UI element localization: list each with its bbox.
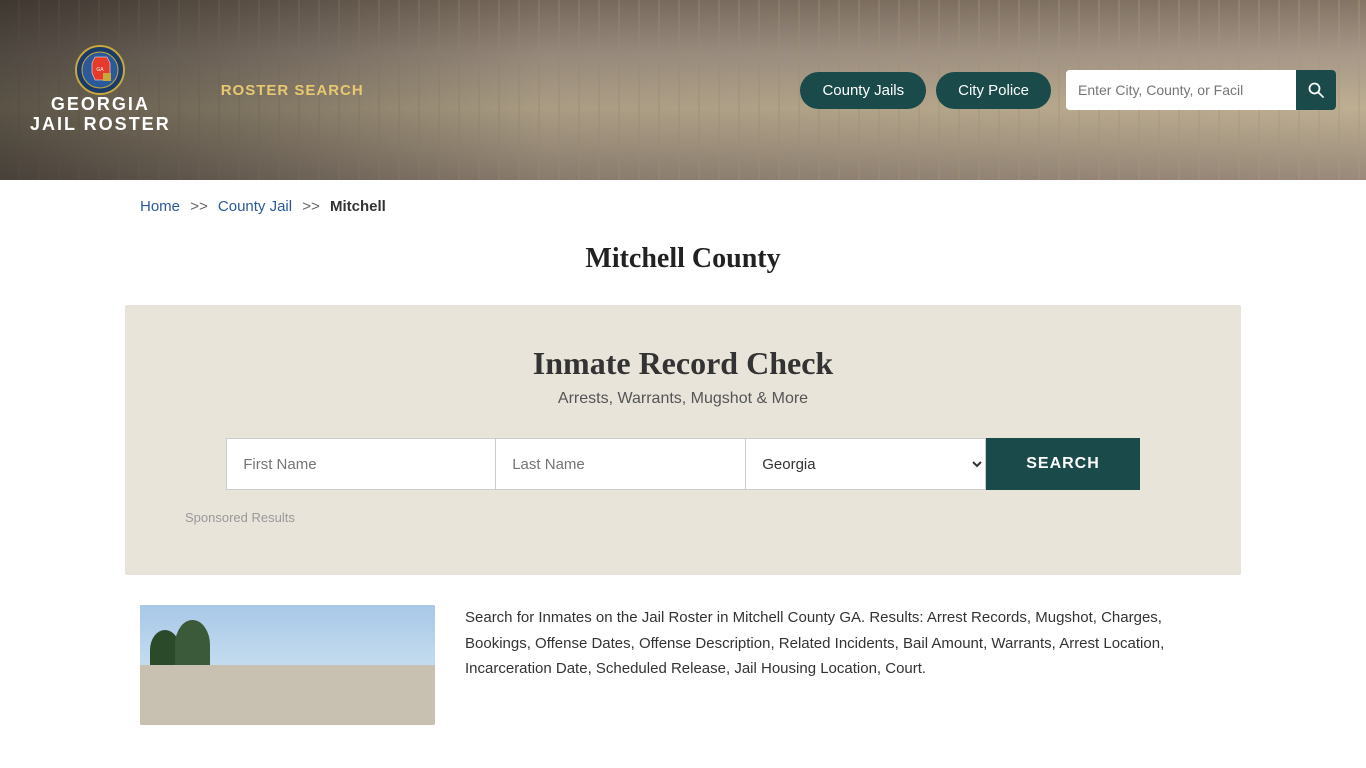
header-search-button[interactable] (1296, 70, 1336, 110)
record-check-title: Inmate Record Check (185, 345, 1181, 382)
site-logo: GA GEORGIA JAIL ROSTER (30, 45, 171, 135)
state-select[interactable]: AlabamaAlaskaArizonaArkansasCaliforniaCo… (746, 438, 986, 490)
city-police-button[interactable]: City Police (936, 72, 1051, 109)
inmate-search-form: AlabamaAlaskaArizonaArkansasCaliforniaCo… (185, 438, 1181, 490)
sponsored-results-label: Sponsored Results (185, 510, 1181, 525)
last-name-input[interactable] (496, 438, 746, 490)
breadcrumb-sep-1: >> (190, 198, 208, 215)
header-search-input[interactable] (1066, 70, 1296, 110)
inmate-record-check-section: Inmate Record Check Arrests, Warrants, M… (125, 305, 1241, 575)
page-title: Mitchell County (0, 243, 1366, 275)
search-icon (1308, 82, 1324, 98)
record-check-subtitle: Arrests, Warrants, Mugshot & More (185, 390, 1181, 408)
breadcrumb-home-link[interactable]: Home (140, 198, 180, 215)
breadcrumb-current: Mitchell (330, 198, 386, 215)
georgia-seal-icon: GA (75, 45, 125, 95)
breadcrumb-county-jail-link[interactable]: County Jail (218, 198, 292, 215)
breadcrumb: Home >> County Jail >> Mitchell (0, 180, 1366, 233)
building-bg (140, 665, 435, 725)
first-name-input[interactable] (226, 438, 496, 490)
header-search-bar (1066, 70, 1336, 110)
bottom-content: Search for Inmates on the Jail Roster in… (0, 575, 1366, 755)
logo-jail-text: JAIL ROSTER (30, 115, 171, 135)
logo-georgia-text: GEORGIA (51, 95, 150, 115)
facility-image (140, 605, 435, 725)
bottom-description: Search for Inmates on the Jail Roster in… (465, 605, 1226, 682)
site-header: GA GEORGIA JAIL ROSTER ROSTER SEARCH Cou… (0, 0, 1366, 180)
inmate-search-button[interactable]: SEARCH (986, 438, 1140, 490)
breadcrumb-sep-2: >> (302, 198, 320, 215)
nav-buttons-group: County Jails City Police (800, 72, 1051, 109)
tree-2 (175, 620, 210, 670)
svg-text:GA: GA (97, 67, 105, 73)
county-jails-button[interactable]: County Jails (800, 72, 926, 109)
roster-search-link[interactable]: ROSTER SEARCH (221, 82, 364, 99)
